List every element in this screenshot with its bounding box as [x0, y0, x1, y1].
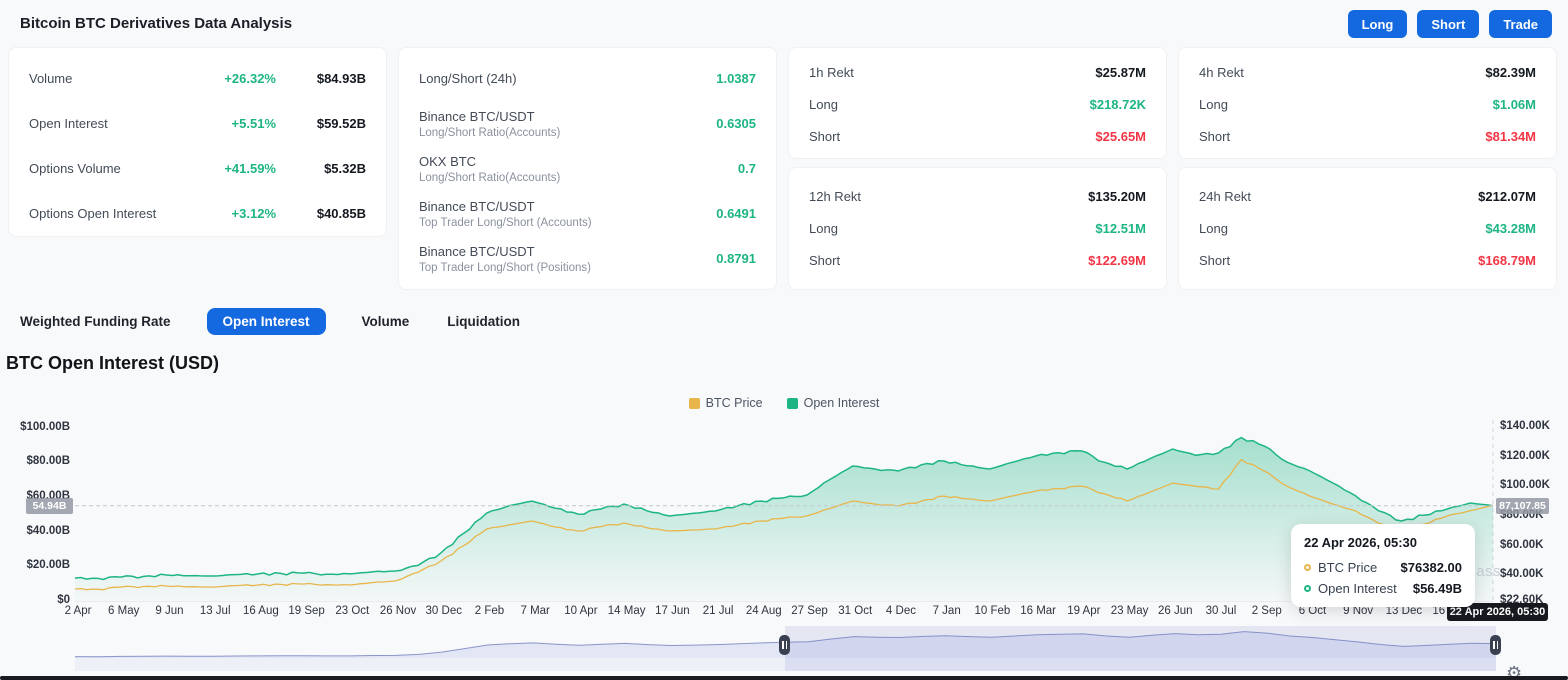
tooltip-row: BTC Price $76382.00 — [1304, 560, 1462, 575]
tooltip-label: BTC Price — [1318, 560, 1378, 575]
tooltip-title: 22 Apr 2026, 05:30 — [1304, 535, 1417, 550]
y-axis-right-tick: $120.00K — [1500, 449, 1550, 462]
y-axis-left-tick: $100.00B — [20, 420, 70, 433]
y-axis-left-tick: $20.00B — [26, 559, 70, 572]
tooltip-row: Open Interest $56.49B — [1304, 581, 1462, 596]
tooltip-value: $56.49B — [1412, 581, 1462, 596]
open-interest-area — [75, 437, 1493, 601]
chart-tooltip: 22 Apr 2026, 05:30 BTC Price $76382.00 Ope… — [1291, 524, 1475, 607]
navigator-right-handle[interactable] — [1490, 635, 1501, 655]
bottom-bar — [0, 676, 1568, 680]
price-current-badge: 87,107.85 — [1496, 497, 1549, 514]
tooltip-label: Open Interest — [1318, 581, 1397, 596]
navigator-selected-range[interactable] — [785, 626, 1496, 671]
oi-current-badge: 54.94B — [26, 497, 73, 514]
derivatives-dashboard: Bitcoin BTC Derivatives Data Analysis Lo… — [0, 0, 1568, 680]
y-axis-right-tick: $40.00K — [1500, 568, 1544, 581]
y-axis-right-tick: $100.00K — [1500, 479, 1550, 492]
tooltip-series-dot — [1304, 585, 1311, 592]
navigator-left-handle[interactable] — [779, 635, 790, 655]
y-axis-left-tick: $40.00B — [26, 524, 70, 537]
y-axis-right-tick: $60.00K — [1500, 538, 1544, 551]
tooltip-series-dot — [1304, 564, 1311, 571]
tooltip-value: $76382.00 — [1400, 560, 1462, 575]
y-axis-left-tick: $80.00B — [26, 455, 70, 468]
y-axis-right-tick: $140.00K — [1500, 420, 1550, 432]
